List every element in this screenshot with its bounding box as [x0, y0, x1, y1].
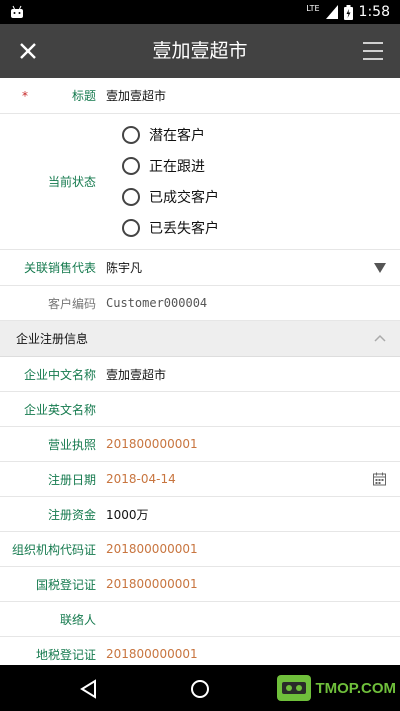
field-row[interactable]: 注册资金 1000万 — [0, 497, 400, 532]
field-label: 企业英文名称 — [23, 402, 96, 417]
dropdown-arrow-icon[interactable] — [374, 262, 386, 273]
field-value[interactable]: 201800000001 — [106, 647, 400, 661]
back-icon[interactable] — [78, 678, 100, 700]
field-row[interactable]: 联络人 — [0, 602, 400, 637]
home-icon[interactable] — [189, 678, 211, 700]
radio-circle[interactable] — [122, 157, 140, 175]
form-content[interactable]: * 标题 壹加壹超市 当前状态 潜在客户 正在跟进 已成交客户 已丢失客户 关联… — [0, 78, 400, 665]
field-label: 地税登记证 — [35, 647, 96, 662]
radio-circle[interactable] — [122, 188, 140, 206]
menu-icon[interactable] — [362, 40, 384, 62]
field-label: 营业执照 — [47, 437, 96, 452]
sales-rep-label: 关联销售代表 — [23, 261, 96, 275]
title-row[interactable]: * 标题 壹加壹超市 — [0, 78, 400, 114]
field-value[interactable]: 201800000001 — [106, 577, 400, 591]
chevron-up-icon[interactable] — [374, 332, 386, 344]
clock: 1:58 — [358, 4, 390, 20]
field-label: 企业中文名称 — [23, 367, 96, 382]
field-label: 国税登记证 — [35, 577, 96, 592]
signal-icon — [325, 5, 338, 19]
battery-icon — [343, 4, 353, 20]
app-bar: 壹加壹超市 — [0, 24, 400, 78]
radio-circle[interactable] — [122, 219, 140, 237]
radio-label: 正在跟进 — [149, 159, 205, 175]
field-value[interactable]: 壹加壹超市 — [106, 366, 400, 383]
field-label: 联络人 — [59, 612, 96, 627]
page-title: 壹加壹超市 — [152, 40, 248, 62]
field-value[interactable]: 2018-04-14 — [106, 472, 400, 486]
field-row[interactable]: 企业英文名称 — [0, 392, 400, 427]
status-label: 当前状态 — [47, 175, 96, 189]
status-option-following[interactable]: 正在跟进 — [122, 151, 219, 182]
customer-code-row: 客户编码 Customer000004 — [0, 286, 400, 321]
field-row[interactable]: 国税登记证 201800000001 — [0, 567, 400, 602]
title-label: 标题 — [71, 89, 96, 103]
field-row[interactable]: 企业中文名称 壹加壹超市 — [0, 357, 400, 392]
watermark-text: TMOP.COM — [315, 679, 396, 697]
field-row[interactable]: 地税登记证 201800000001 — [0, 637, 400, 665]
field-value[interactable]: 201800000001 — [106, 542, 400, 556]
sales-rep-value[interactable]: 陈宇凡 — [106, 259, 400, 276]
field-label: 注册资金 — [47, 507, 96, 522]
section-header-registration[interactable]: 企业注册信息 — [0, 321, 400, 357]
radio-label: 潜在客户 — [149, 128, 205, 144]
android-icon — [11, 5, 23, 18]
required-mark: * — [22, 88, 28, 103]
field-label: 组织机构代码证 — [11, 542, 96, 557]
radio-label: 已成交客户 — [149, 190, 219, 206]
status-option-closed[interactable]: 已成交客户 — [122, 182, 219, 213]
field-label: 注册日期 — [47, 472, 96, 487]
field-value[interactable]: 201800000001 — [106, 437, 400, 451]
watermark-logo-icon — [277, 675, 312, 701]
radio-label: 已丢失客户 — [149, 221, 219, 237]
status-option-potential[interactable]: 潜在客户 — [122, 120, 219, 151]
field-row[interactable]: 组织机构代码证 201800000001 — [0, 532, 400, 567]
title-value[interactable]: 壹加壹超市 — [106, 87, 400, 104]
field-row[interactable]: 营业执照 201800000001 — [0, 427, 400, 462]
customer-code-value: Customer000004 — [106, 296, 208, 310]
status-radio-group: 潜在客户 正在跟进 已成交客户 已丢失客户 — [106, 120, 219, 244]
status-option-lost[interactable]: 已丢失客户 — [122, 213, 219, 244]
sales-rep-row[interactable]: 关联销售代表 陈宇凡 — [0, 250, 400, 286]
status-row: 当前状态 潜在客户 正在跟进 已成交客户 已丢失客户 — [0, 114, 400, 250]
calendar-icon[interactable] — [373, 472, 386, 486]
network-type: LTE — [306, 3, 320, 13]
radio-circle[interactable] — [122, 126, 140, 144]
section-title: 企业注册信息 — [16, 332, 89, 346]
customer-code-label: 客户编码 — [47, 296, 96, 311]
watermark: TMOP.COM — [277, 675, 396, 701]
field-row[interactable]: 注册日期 2018-04-14 — [0, 462, 400, 497]
field-value[interactable]: 1000万 — [106, 506, 400, 523]
status-bar: LTE 1:58 — [0, 0, 400, 24]
